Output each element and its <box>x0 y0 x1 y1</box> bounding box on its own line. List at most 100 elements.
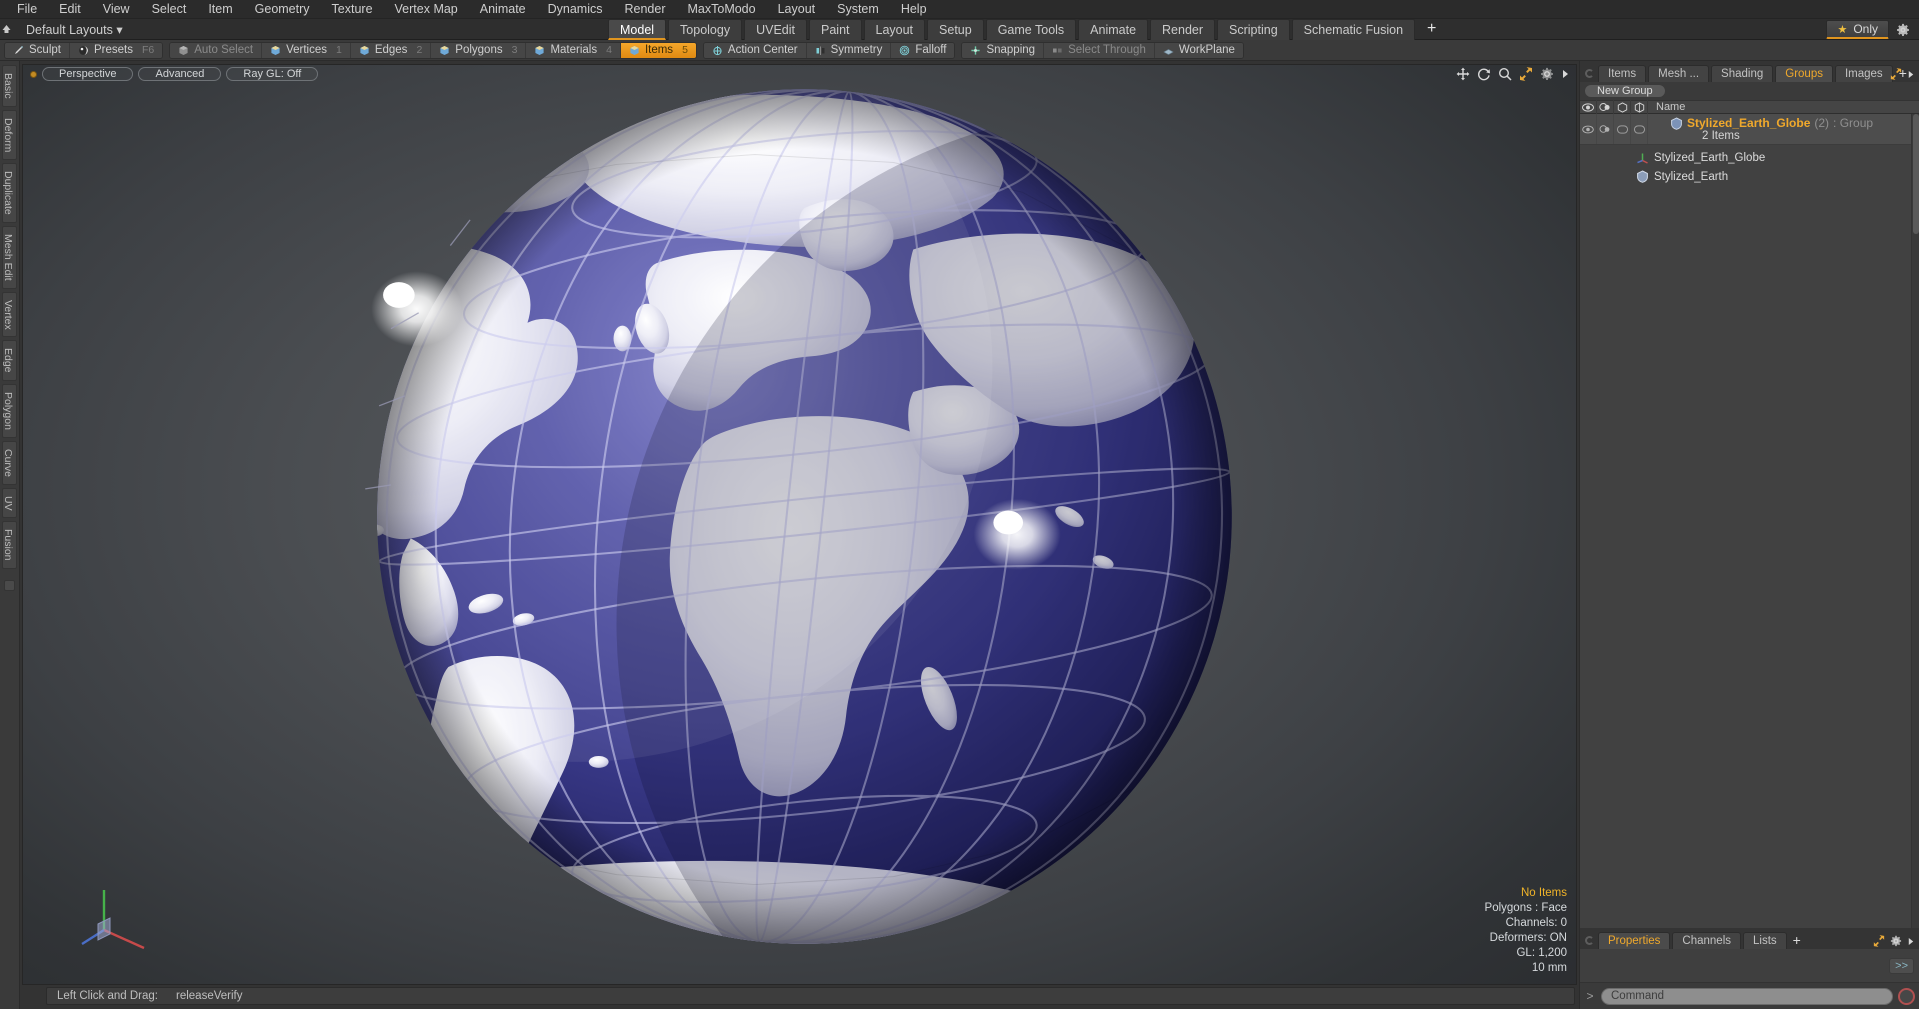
expand-properties-button[interactable]: >> <box>1889 957 1914 974</box>
row-shade-toggle[interactable] <box>1631 114 1648 144</box>
list-scrollbar-thumb[interactable] <box>1913 114 1919 234</box>
rail-tab-edge[interactable]: Edge <box>2 340 17 381</box>
rail-tab-uv[interactable]: UV <box>2 487 17 519</box>
workplane-button[interactable]: WorkPlane <box>1154 42 1243 58</box>
right-tab-items[interactable]: Items <box>1598 65 1647 82</box>
record-icon[interactable] <box>1898 987 1915 1005</box>
fit-icon[interactable] <box>1519 67 1533 81</box>
right-tab-images[interactable]: Images <box>1834 65 1893 82</box>
rail-tab-mesh-edit[interactable]: Mesh Edit <box>2 225 17 289</box>
tab-scripting[interactable]: Scripting <box>1217 19 1290 40</box>
menu-item-texture[interactable]: Texture <box>321 0 384 19</box>
rail-tab-curve[interactable]: Curve <box>2 440 17 485</box>
row-render-toggle[interactable] <box>1597 114 1614 144</box>
rail-tab-duplicate[interactable]: Duplicate <box>2 163 17 223</box>
menu-item-help[interactable]: Help <box>890 0 938 19</box>
col-eye-icon[interactable] <box>1580 100 1597 114</box>
arrow-right-icon[interactable] <box>1907 936 1915 947</box>
tab-paint[interactable]: Paint <box>809 19 862 40</box>
rotate-icon[interactable] <box>1477 67 1491 81</box>
tab-uvedit[interactable]: UVEdit <box>744 19 807 40</box>
panel-menu-icon[interactable] <box>1585 69 1594 78</box>
viewport-shading-pill[interactable]: Advanced <box>138 67 222 81</box>
rail-tab-basic[interactable]: Basic <box>2 65 17 107</box>
zoom-icon[interactable] <box>1498 67 1512 81</box>
items-button[interactable]: Items 5 <box>620 42 696 58</box>
tab-layout[interactable]: Layout <box>863 19 926 40</box>
menu-item-item[interactable]: Item <box>197 0 243 19</box>
rail-tab-vertex[interactable]: Vertex <box>2 291 17 338</box>
auto-select-button[interactable]: Auto Select <box>170 42 263 58</box>
only-button[interactable]: ★ Only <box>1826 20 1889 39</box>
tab-game-tools[interactable]: Game Tools <box>985 19 1077 40</box>
col-render-icon[interactable] <box>1597 100 1614 114</box>
home-icon[interactable] <box>0 23 20 36</box>
presets-button[interactable]: Sculpt Presets F6 <box>69 42 163 58</box>
bottom-tab-properties[interactable]: Properties <box>1598 932 1671 949</box>
gear-icon[interactable] <box>1890 935 1902 947</box>
arrow-right-icon[interactable] <box>1907 69 1915 80</box>
right-tab-shading[interactable]: Shading <box>1711 65 1774 82</box>
bottom-tab-lists[interactable]: Lists <box>1743 932 1787 949</box>
materials-button[interactable]: Materials 4 <box>526 42 621 58</box>
menu-item-maxtomodo[interactable]: MaxToModo <box>677 0 767 19</box>
menu-item-view[interactable]: View <box>92 0 141 19</box>
menu-item-geometry[interactable]: Geometry <box>244 0 321 19</box>
gear-icon[interactable] <box>1891 23 1915 37</box>
select-through-button[interactable]: Select Through <box>1044 42 1155 58</box>
list-item[interactable]: Stylized_Earth_Globe <box>1580 150 1919 165</box>
tab-render[interactable]: Render <box>1150 19 1216 40</box>
menu-item-file[interactable]: File <box>6 0 48 19</box>
vertices-button[interactable]: Vertices 1 <box>262 42 351 58</box>
expand-icon[interactable] <box>1873 935 1885 947</box>
row-eye-toggle[interactable] <box>1580 114 1597 144</box>
menu-item-render[interactable]: Render <box>614 0 677 19</box>
group-list-body[interactable]: Stylized_Earth_Globe (2) : Group 2 Items… <box>1580 114 1919 928</box>
menu-item-animate[interactable]: Animate <box>469 0 537 19</box>
right-tab-mesh[interactable]: Mesh ... <box>1648 65 1710 82</box>
bottom-tab-channels[interactable]: Channels <box>1672 932 1742 949</box>
viewport-raygl-pill[interactable]: Ray GL: Off <box>226 67 319 81</box>
sculpt-button[interactable]: Sculpt <box>5 42 70 58</box>
row-wire-toggle[interactable] <box>1614 114 1631 144</box>
list-scrollbar[interactable] <box>1911 114 1919 928</box>
rail-extra-button[interactable] <box>4 579 15 591</box>
gear-icon[interactable] <box>1540 67 1554 81</box>
polygons-button[interactable]: Polygons 3 <box>431 42 527 58</box>
tab-schematic-fusion[interactable]: Schematic Fusion <box>1291 19 1416 40</box>
expand-icon[interactable] <box>1890 68 1902 80</box>
command-input[interactable]: Command <box>1601 987 1893 1005</box>
move-icon[interactable] <box>1456 67 1470 81</box>
bottom-panel-menu-icon[interactable] <box>1585 936 1594 945</box>
3d-viewport[interactable]: Perspective Advanced Ray GL: Off No Item… <box>22 64 1577 985</box>
tab-animate[interactable]: Animate <box>1078 19 1149 40</box>
more-icon[interactable] <box>1561 68 1570 80</box>
col-wire-icon[interactable] <box>1614 100 1631 114</box>
tab-topology[interactable]: Topology <box>668 19 743 40</box>
snapping-button[interactable]: Snapping <box>962 42 1045 58</box>
add-tab-button[interactable]: + <box>1417 19 1446 40</box>
tab-model[interactable]: Model <box>608 19 667 40</box>
table-row[interactable]: Stylized_Earth_Globe (2) : Group 2 Items <box>1580 114 1919 145</box>
menu-item-vertex-map[interactable]: Vertex Map <box>384 0 469 19</box>
rail-tab-polygon[interactable]: Polygon <box>2 383 17 438</box>
menu-item-edit[interactable]: Edit <box>48 0 92 19</box>
default-layouts-dropdown[interactable]: Default Layouts ▾ <box>20 22 129 37</box>
col-shade-icon[interactable] <box>1631 100 1648 114</box>
rail-tab-fusion[interactable]: Fusion <box>2 521 17 569</box>
menu-item-select[interactable]: Select <box>141 0 198 19</box>
action-center-button[interactable]: Action Center <box>703 42 807 58</box>
list-item[interactable]: Stylized_Earth <box>1580 169 1919 184</box>
rail-tab-deform[interactable]: Deform <box>2 109 17 161</box>
tab-setup[interactable]: Setup <box>927 19 984 40</box>
menu-item-layout[interactable]: Layout <box>767 0 827 19</box>
right-tab-groups[interactable]: Groups <box>1775 65 1833 82</box>
menu-item-dynamics[interactable]: Dynamics <box>537 0 614 19</box>
bottom-add-tab-button[interactable]: + <box>1789 932 1805 949</box>
falloff-button[interactable]: Falloff <box>891 42 955 58</box>
menu-item-system[interactable]: System <box>826 0 890 19</box>
edges-button[interactable]: Edges 2 <box>350 42 432 58</box>
new-group-button[interactable]: New Group <box>1584 84 1666 98</box>
viewport-projection-pill[interactable]: Perspective <box>42 67 134 81</box>
symmetry-button[interactable]: Symmetry <box>806 42 892 58</box>
